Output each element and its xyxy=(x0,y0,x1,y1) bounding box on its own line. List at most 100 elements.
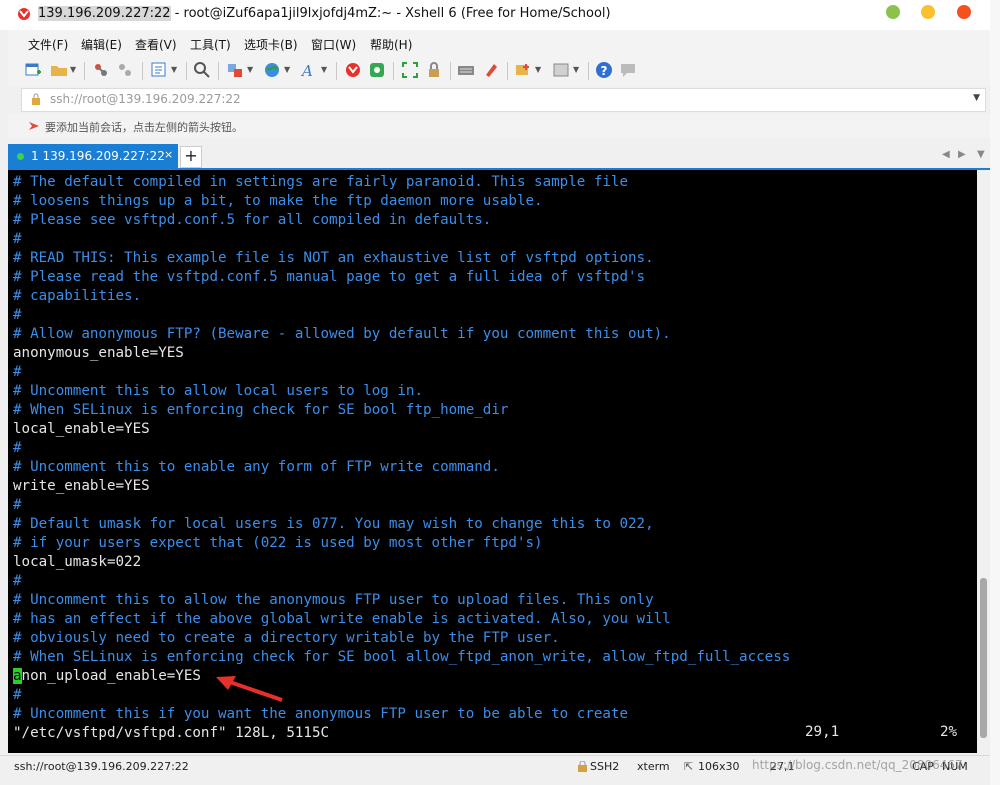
new-session-icon[interactable] xyxy=(24,61,42,79)
minimize-button[interactable] xyxy=(886,5,900,19)
highlight-icon[interactable] xyxy=(482,61,500,79)
xshell-window: 139.196.209.227:22 - root@iZuf6apa1jil9l… xyxy=(0,0,990,785)
terminal-cursor: a xyxy=(13,668,22,684)
fullscreen-icon[interactable] xyxy=(401,61,419,79)
layout-dropdown-icon[interactable]: ▼ xyxy=(573,65,579,74)
menu-tabs[interactable]: 选项卡(B) xyxy=(244,36,298,53)
font-dropdown-icon[interactable]: ▼ xyxy=(321,65,327,74)
menu-file[interactable]: 文件(F) xyxy=(28,36,68,53)
tab-list-dropdown-icon[interactable]: ▼ xyxy=(977,149,985,160)
status-terminal-type: xterm xyxy=(637,760,670,773)
font-icon[interactable]: A xyxy=(300,61,318,79)
svg-text:A: A xyxy=(300,62,313,79)
toolbar-separator xyxy=(450,62,451,80)
connected-status-icon xyxy=(17,153,24,160)
toolbar-separator xyxy=(142,62,143,80)
open-dropdown-icon[interactable]: ▼ xyxy=(70,65,76,74)
globe-icon[interactable] xyxy=(263,61,281,79)
chat-icon[interactable] xyxy=(619,61,637,79)
terminal-line: # capabilities. xyxy=(13,288,142,304)
terminal-line: # Uncomment this if you want the anonymo… xyxy=(13,706,628,722)
terminal-line: # xyxy=(13,440,22,456)
globe-dropdown-icon[interactable]: ▼ xyxy=(284,65,290,74)
xftp-icon[interactable] xyxy=(368,61,386,79)
terminal-line: # Default umask for local users is 077. … xyxy=(13,516,654,532)
terminal-line: # xyxy=(13,364,22,380)
toolbar-separator xyxy=(393,62,394,80)
terminal-line: # loosens things up a bit, to make the f… xyxy=(13,193,543,209)
terminal-line: local_umask=022 xyxy=(13,554,142,570)
layout-icon[interactable] xyxy=(552,61,570,79)
terminal-line: # has an effect if the above global writ… xyxy=(13,611,671,627)
transfer-icon[interactable] xyxy=(226,61,244,79)
terminal-line: anon_upload_enable=YES xyxy=(13,668,201,684)
open-folder-icon[interactable] xyxy=(50,61,68,79)
help-icon[interactable]: ? xyxy=(595,61,613,79)
terminal-scrollbar[interactable] xyxy=(977,170,990,753)
toolbar-separator xyxy=(336,62,337,80)
vim-scroll-percent: 2% xyxy=(940,724,958,740)
title-bar[interactable]: 139.196.209.227:22 - root@iZuf6apa1jil9l… xyxy=(0,0,990,30)
find-icon[interactable] xyxy=(193,61,211,79)
close-button[interactable] xyxy=(957,5,971,19)
red-arrow-annotation xyxy=(216,676,283,702)
toolbar-separator xyxy=(186,62,187,80)
terminal-line: write_enable=YES xyxy=(13,478,150,494)
tab-scroll-right-icon[interactable]: ▶ xyxy=(958,149,966,160)
xshell-icon[interactable] xyxy=(344,61,362,79)
session-hint-bar: 要添加当前会话，点击左侧的箭头按钮。 xyxy=(8,114,990,138)
new-tab-dropdown-icon[interactable]: ▼ xyxy=(535,65,541,74)
menu-help[interactable]: 帮助(H) xyxy=(370,36,412,53)
scrollbar-thumb[interactable] xyxy=(980,578,987,738)
vim-status-line: "/etc/vsftpd/vsftpd.conf" 128L, 5115C xyxy=(13,725,330,741)
terminal-line: # When SELinux is enforcing check for SE… xyxy=(13,649,791,665)
add-tab-button[interactable]: + xyxy=(180,146,202,168)
menu-edit[interactable]: 编辑(E) xyxy=(81,36,122,53)
toolbar-separator xyxy=(84,62,85,80)
terminal-line: # READ THIS: This example file is NOT an… xyxy=(13,250,654,266)
terminal-line: # Please see vsftpd.conf.5 for all compi… xyxy=(13,212,492,228)
terminal-line: # Uncomment this to allow local users to… xyxy=(13,383,423,399)
vim-cursor-position: 29,1 xyxy=(805,724,840,740)
terminal-line: local_enable=YES xyxy=(13,421,150,437)
status-protocol: SSH2 xyxy=(590,760,620,773)
connect-icon[interactable] xyxy=(92,61,110,79)
terminal-line: # xyxy=(13,231,22,247)
disconnect-icon[interactable] xyxy=(116,61,134,79)
new-tab-icon[interactable] xyxy=(514,61,532,79)
toolbar-separator xyxy=(218,62,219,80)
window-title: 139.196.209.227:22 - root@iZuf6apa1jil9l… xyxy=(38,6,611,21)
terminal-line: # When SELinux is enforcing check for SE… xyxy=(13,402,509,418)
hint-text: 要添加当前会话，点击左侧的箭头按钮。 xyxy=(45,121,243,134)
terminal-area[interactable]: # The default compiled in settings are f… xyxy=(8,170,977,753)
svg-text:?: ? xyxy=(601,64,608,78)
transfer-dropdown-icon[interactable]: ▼ xyxy=(247,65,253,74)
menu-view[interactable]: 查看(V) xyxy=(135,36,177,53)
tab-close-icon[interactable]: × xyxy=(164,148,173,161)
lock-icon[interactable] xyxy=(425,61,443,79)
status-connection: ssh://root@139.196.209.227:22 xyxy=(14,760,189,773)
status-size: 106x30 xyxy=(698,760,740,773)
address-input[interactable]: ssh://root@139.196.209.227:22 xyxy=(50,92,241,106)
tab-session-1[interactable]: 1 139.196.209.227:22 × xyxy=(8,144,178,168)
tab-scroll-left-icon[interactable]: ◀ xyxy=(942,149,950,160)
terminal-line: anonymous_enable=YES xyxy=(13,345,184,361)
toolbar-separator xyxy=(507,62,508,80)
address-bar[interactable]: ssh://root@139.196.209.227:22 ▼ xyxy=(21,88,986,112)
bookmark-arrow-icon[interactable] xyxy=(28,120,40,132)
address-dropdown-icon[interactable]: ▼ xyxy=(973,93,980,103)
menu-tools[interactable]: 工具(T) xyxy=(190,36,231,53)
terminal-line: # if your users expect that (022 is used… xyxy=(13,535,543,551)
properties-icon[interactable] xyxy=(150,61,168,79)
menu-window[interactable]: 窗口(W) xyxy=(311,36,356,53)
keyboard-icon[interactable] xyxy=(457,61,475,79)
status-lock-icon xyxy=(578,761,587,772)
toolbar-separator xyxy=(588,62,589,80)
toolbar: ▼ ▼ ▼ ▼ A ▼ ▼ ▼ ? xyxy=(8,56,990,86)
properties-dropdown-icon[interactable]: ▼ xyxy=(171,65,177,74)
tab-label: 1 139.196.209.227:22 xyxy=(31,149,165,163)
maximize-button[interactable] xyxy=(921,5,935,19)
terminal-line: # xyxy=(13,573,22,589)
watermark: https://blog.csdn.net/qq_20806467 xyxy=(752,758,963,772)
terminal-line: # Uncomment this to enable any form of F… xyxy=(13,459,500,475)
